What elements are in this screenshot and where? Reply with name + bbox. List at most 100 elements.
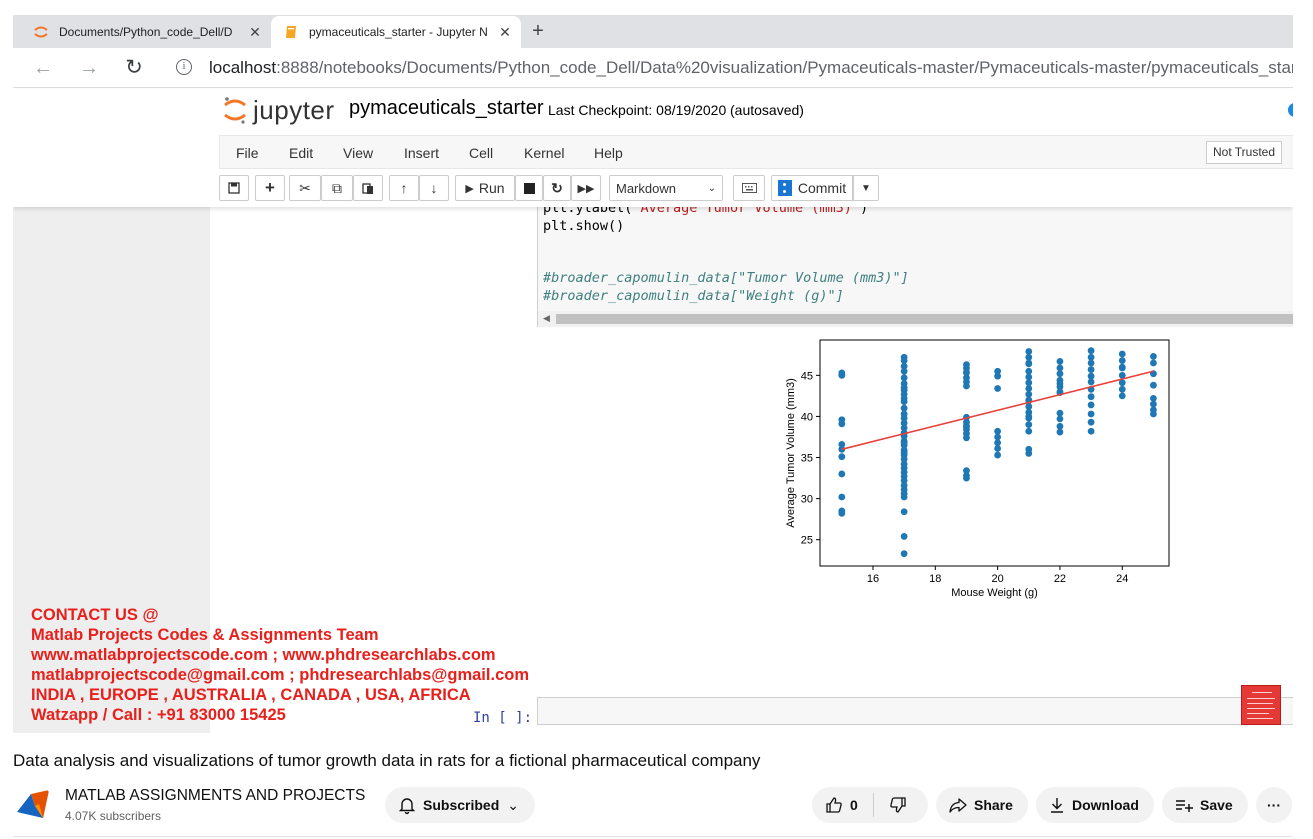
close-icon[interactable]: ✕: [245, 24, 265, 41]
subscribed-label: Subscribed: [423, 797, 500, 813]
data-point: [1150, 410, 1157, 418]
save-label: Save: [1200, 797, 1233, 813]
download-icon: [1048, 796, 1066, 814]
data-point: [1087, 347, 1095, 355]
browser-tab-notebook[interactable]: pymaceuticals_starter - Jupyter N ✕: [271, 16, 521, 48]
commit-dropdown-icon[interactable]: ▼: [853, 175, 879, 201]
data-point: [900, 390, 908, 398]
notebook-name[interactable]: pymaceuticals_starter: [349, 97, 544, 120]
move-up-icon[interactable]: ↑: [389, 175, 419, 201]
more-actions-button[interactable]: ···: [1256, 787, 1292, 823]
data-point: [838, 453, 846, 461]
close-icon[interactable]: ✕: [495, 24, 515, 41]
menu-insert[interactable]: Insert: [404, 145, 439, 161]
move-down-icon[interactable]: ↓: [419, 175, 449, 201]
cell-type-value: Markdown: [616, 180, 676, 196]
browser-tab-documents[interactable]: Documents/Python_code_Dell/D ✕: [21, 16, 271, 48]
data-point: [838, 510, 846, 517]
data-point: [1056, 370, 1064, 378]
share-icon: [948, 795, 968, 815]
plot-frame: [819, 339, 1170, 567]
url-field[interactable]: localhost:8888/notebooks/Documents/Pytho…: [209, 58, 1293, 78]
watermark-line: INDIA , EUROPE , AUSTRALIA , CANADA , US…: [31, 686, 471, 704]
video-player[interactable]: Documents/Python_code_Dell/D ✕ pymaceuti…: [13, 15, 1293, 733]
jupyter-brand: jupyter: [253, 95, 335, 125]
like-button[interactable]: 0: [812, 793, 874, 817]
scroll-left-icon[interactable]: ◀: [543, 313, 550, 324]
data-point: [1118, 357, 1126, 364]
data-point: [1056, 428, 1064, 436]
menu-cell[interactable]: Cell: [469, 145, 493, 161]
thumbs-up-icon: [824, 795, 844, 815]
chevron-down-icon: ⌄: [507, 796, 519, 813]
notebook-icon: [283, 24, 299, 40]
address-bar: ← → ↻ i localhost:8888/notebooks/Documen…: [13, 48, 1293, 88]
insert-cell-icon[interactable]: +: [255, 175, 285, 201]
data-point: [1025, 421, 1033, 429]
fast-forward-icon[interactable]: ▶▶: [571, 175, 601, 201]
download-button[interactable]: Download: [1036, 787, 1154, 823]
reload-icon[interactable]: ↻: [122, 56, 146, 80]
menu-file[interactable]: File: [236, 145, 259, 161]
jupyter-logo-icon[interactable]: [223, 95, 247, 125]
menu-view[interactable]: View: [343, 145, 373, 161]
video-title: Data analysis and visualizations of tumo…: [13, 751, 761, 770]
jupyter-icon: [33, 24, 49, 40]
channel-avatar[interactable]: [13, 784, 53, 824]
x-tick-label: 20: [991, 573, 1003, 585]
x-axis-label: Mouse Weight (g): [951, 587, 1038, 599]
empty-code-cell[interactable]: [537, 697, 1293, 725]
restart-icon[interactable]: ↻: [543, 175, 571, 201]
divider: [13, 836, 1293, 837]
forward-icon[interactable]: →: [77, 56, 101, 80]
menu-kernel[interactable]: Kernel: [524, 145, 564, 161]
checkpoint-status: Last Checkpoint: 08/19/2020: [548, 102, 727, 118]
back-icon[interactable]: ←: [31, 56, 55, 80]
code-comment: #broader_capomulin_data["Tumor Volume (m…: [543, 270, 909, 286]
contact-watermark: CONTACT US @ Matlab Projects Codes & Ass…: [31, 605, 529, 725]
save-icon[interactable]: [219, 175, 249, 201]
subscribed-button[interactable]: Subscribed ⌄: [385, 787, 535, 823]
thumbs-down-icon[interactable]: [874, 795, 908, 815]
scatter-plot: 16 18 20 22 24 25 30 35 40 45 Mouse Weight (g) Aver…: [785, 339, 1170, 599]
channel-name[interactable]: MATLAB ASSIGNMENTS AND PROJECTS: [65, 787, 365, 805]
url-path: :8888/notebooks/Documents/Python_code_De…: [276, 58, 1293, 77]
data-point: [838, 420, 846, 428]
data-point: [963, 382, 970, 390]
cell-type-select[interactable]: Markdown ⌄: [609, 175, 723, 201]
code-cell[interactable]: plt.ylabel("Average Tumor Volume (mm3)")…: [537, 205, 1293, 327]
commit-icon: [777, 180, 792, 196]
commit-button[interactable]: Commit: [771, 175, 853, 201]
keyboard-icon[interactable]: [733, 175, 765, 201]
run-label: Run: [478, 180, 505, 196]
data-point: [838, 470, 846, 478]
data-point: [963, 474, 970, 482]
share-button[interactable]: Share: [936, 787, 1028, 823]
menu-edit[interactable]: Edit: [289, 145, 313, 161]
data-point: [1087, 359, 1095, 367]
save-button[interactable]: Save: [1162, 787, 1248, 823]
run-button[interactable]: ▶ Run: [455, 175, 515, 201]
scrollbar-thumb[interactable]: [556, 314, 1293, 324]
not-trusted-button[interactable]: Not Trusted: [1206, 141, 1283, 164]
menu-help[interactable]: Help: [594, 145, 623, 161]
chevron-down-icon: ⌄: [707, 182, 716, 194]
watermark-line: Watzapp / Call : +91 83000 15425: [31, 706, 286, 724]
data-point: [1056, 380, 1064, 387]
horizontal-scrollbar[interactable]: ◀: [538, 311, 1293, 327]
new-tab-button[interactable]: +: [525, 18, 551, 44]
stop-icon[interactable]: [515, 175, 543, 201]
data-point: [900, 367, 908, 375]
y-tick-label: 40: [801, 411, 813, 423]
data-point: [838, 493, 846, 501]
data-point: [1087, 418, 1095, 426]
watermark-line: www.matlabprojectscode.com ; www.phdrese…: [31, 646, 496, 664]
site-info-icon[interactable]: i: [176, 59, 192, 75]
y-tick-label: 45: [801, 370, 813, 382]
cut-icon[interactable]: ✂: [289, 175, 321, 201]
copy-icon[interactable]: ⧉: [321, 175, 353, 201]
paste-icon[interactable]: [353, 175, 383, 201]
data-point: [838, 371, 846, 378]
data-point: [1150, 353, 1157, 360]
menu-bar: File Edit View Insert Cell Kernel Help N…: [219, 135, 1293, 169]
